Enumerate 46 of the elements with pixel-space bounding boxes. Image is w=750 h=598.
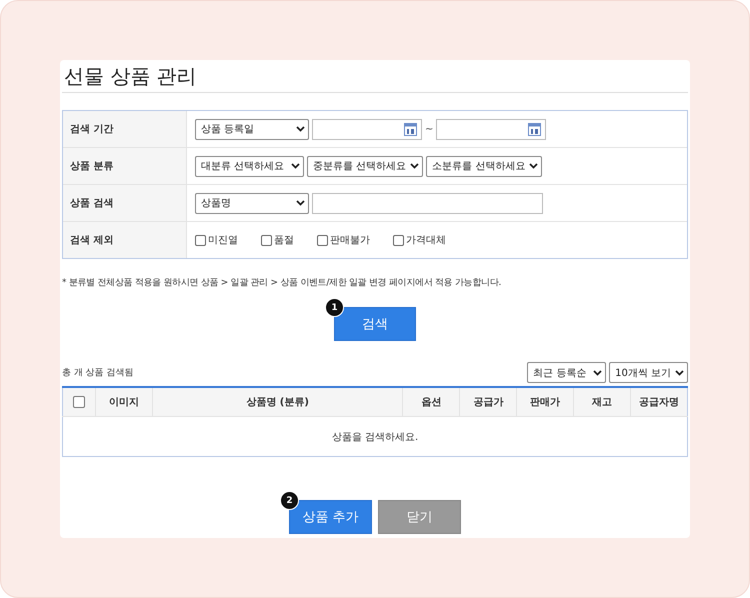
filter-label: 상품 검색 bbox=[63, 185, 187, 222]
chevron-down-icon bbox=[291, 163, 300, 169]
dropdown[interactable]: 대분류 선택하세요 bbox=[195, 156, 304, 176]
dropdown[interactable]: 10개씩 보기 bbox=[609, 362, 688, 383]
chevron-down-icon bbox=[675, 370, 684, 376]
filter-label: 검색 제외 bbox=[63, 222, 187, 258]
result-count: 총 개 상품 검색됨 bbox=[62, 367, 134, 379]
checkbox-label: 판매불가 bbox=[330, 234, 370, 247]
dropdown[interactable]: 상품명 bbox=[195, 192, 309, 214]
column-header: 상품명 (분류) bbox=[152, 387, 403, 416]
column-header: 재고 bbox=[574, 387, 631, 416]
checkbox-label: 미진열 bbox=[208, 234, 238, 247]
checkbox[interactable] bbox=[317, 234, 328, 246]
date-field[interactable] bbox=[436, 118, 546, 140]
checkbox-label: 가격대체 bbox=[406, 234, 446, 247]
checkbox[interactable] bbox=[393, 234, 404, 246]
date-field[interactable] bbox=[312, 118, 422, 140]
dropdown[interactable]: 최근 등록순 bbox=[527, 362, 606, 383]
column-header: 공급자명 bbox=[630, 387, 688, 416]
chevron-down-icon bbox=[296, 126, 305, 132]
dropdown[interactable]: 상품 등록일 bbox=[195, 118, 309, 140]
checkbox[interactable] bbox=[195, 234, 206, 246]
calendar-icon[interactable] bbox=[404, 122, 417, 136]
column-header: 판매가 bbox=[516, 387, 574, 416]
step-badge: 2 bbox=[280, 491, 299, 510]
range-separator: ~ bbox=[425, 124, 434, 134]
column-header: 공급가 bbox=[460, 387, 517, 416]
empty-message: 상품을 검색하세요. bbox=[332, 432, 418, 442]
dropdown[interactable]: 중분류를 선택하세요 bbox=[307, 156, 424, 176]
column-header: 이미지 bbox=[95, 387, 152, 416]
chevron-down-icon bbox=[296, 200, 305, 206]
dropdown[interactable]: 소분류를 선택하세요 bbox=[426, 156, 542, 176]
filter-label: 상품 분류 bbox=[63, 148, 187, 185]
select-all-checkbox[interactable] bbox=[72, 396, 85, 408]
chevron-down-icon bbox=[529, 163, 538, 169]
filter-label: 검색 기간 bbox=[63, 111, 187, 148]
step-badge: 1 bbox=[325, 298, 344, 317]
calendar-icon[interactable] bbox=[528, 122, 542, 136]
search-input-field[interactable] bbox=[312, 192, 543, 214]
chevron-down-icon bbox=[593, 370, 602, 376]
checkbox-label: 품절 bbox=[274, 234, 294, 247]
checkbox[interactable] bbox=[261, 234, 272, 246]
page-title: 선물 상품 관리 bbox=[62, 60, 688, 93]
help-note: * 분류별 전체상품 적용을 원하시면 상품 > 일괄 관리 > 상품 이벤트/제한 일괄 변경 페이지에서 적용 가능합니다. bbox=[62, 277, 502, 289]
chevron-down-icon bbox=[410, 163, 420, 169]
column-header: 옵션 bbox=[402, 387, 460, 416]
